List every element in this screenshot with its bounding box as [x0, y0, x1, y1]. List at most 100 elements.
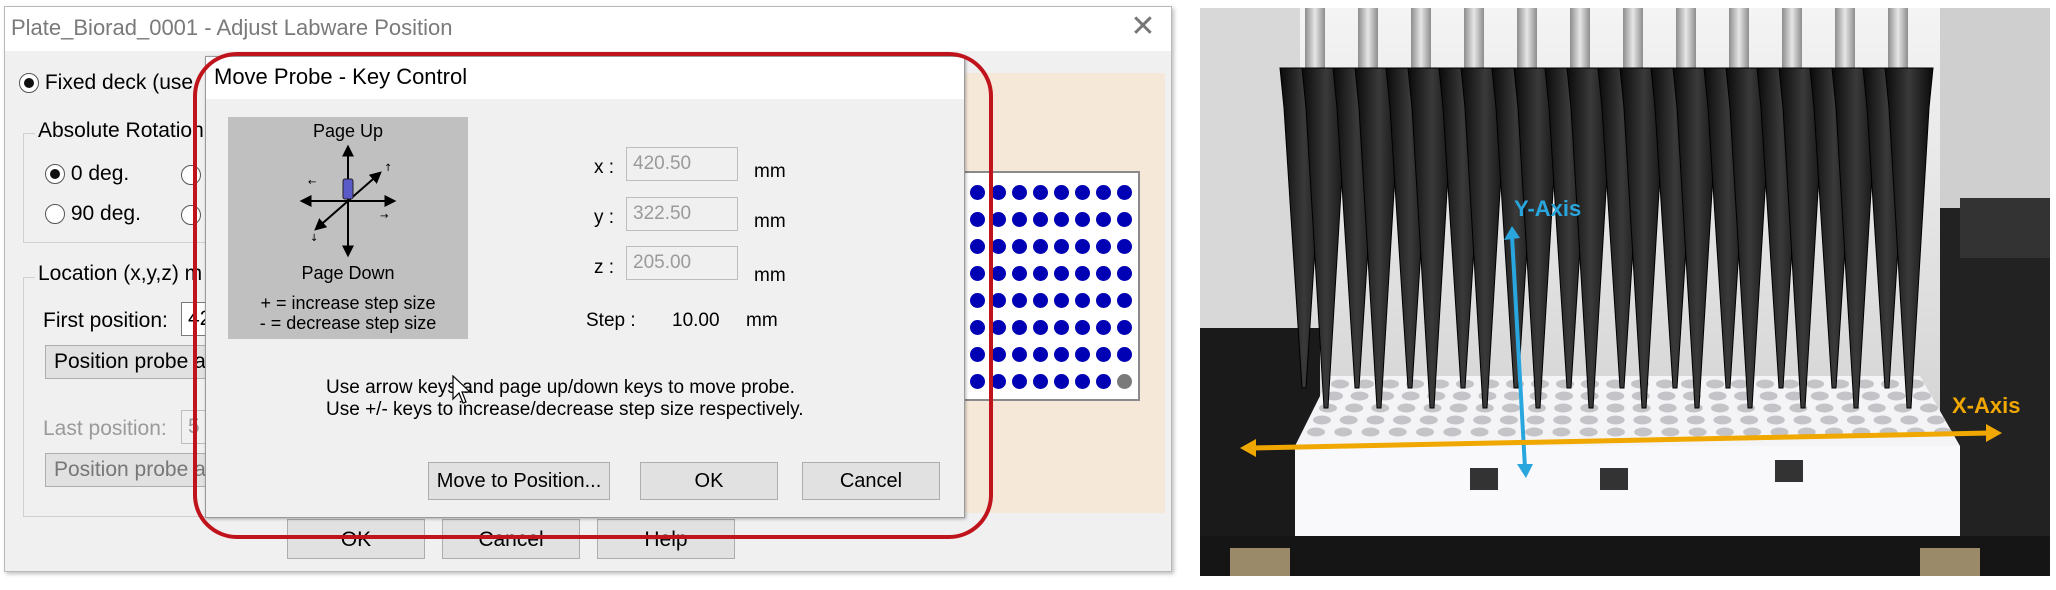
- plate-well: [1075, 347, 1090, 362]
- photo-well: [1497, 427, 1516, 437]
- plate-well: [1075, 374, 1090, 389]
- photo-well: [1657, 391, 1676, 401]
- photo-well: [1881, 379, 1899, 389]
- plate-well: [1054, 347, 1069, 362]
- plate-well: [991, 266, 1006, 281]
- plate-well: [1075, 212, 1090, 227]
- photo-well: [1401, 391, 1420, 401]
- plate-well: [1117, 293, 1132, 308]
- photo-well: [1686, 415, 1705, 425]
- photo-well: [1606, 391, 1625, 401]
- photo-well: [1684, 403, 1703, 413]
- plate-well: [1096, 212, 1111, 227]
- rotation-0-label: 0 deg.: [70, 162, 130, 185]
- photo-well: [1345, 403, 1364, 413]
- photo-well: [1555, 391, 1574, 401]
- plate-well: [1075, 239, 1090, 254]
- y-axis-label: Y-Axis: [1514, 196, 1582, 221]
- location-label: Location (x,y,z) m: [35, 262, 206, 286]
- plate-well: [1075, 266, 1090, 281]
- photo-well: [1446, 415, 1465, 425]
- photo-well: [1416, 427, 1435, 437]
- photo-well: [1836, 391, 1855, 401]
- plate-well: [1054, 212, 1069, 227]
- photo-well: [1706, 379, 1724, 389]
- plate-well: [1117, 185, 1132, 200]
- plate-well: [1096, 293, 1111, 308]
- fixed-deck-label: Fixed deck (use: [44, 71, 194, 94]
- photo-well: [1452, 391, 1471, 401]
- highlight-outline: [193, 52, 993, 539]
- photo-well: [1759, 391, 1778, 401]
- plate-well: [1054, 293, 1069, 308]
- pipette-head-photo: Y-Axis X-Axis: [1200, 8, 2050, 576]
- plate-well: [1117, 239, 1132, 254]
- photo-well: [1913, 391, 1931, 401]
- photo-well: [1713, 415, 1732, 425]
- photo-well: [1419, 415, 1438, 425]
- photo-well: [1633, 415, 1652, 425]
- plate-well: [1054, 266, 1069, 281]
- photo-well: [1449, 403, 1468, 413]
- fixed-deck-radio[interactable]: [19, 73, 39, 94]
- plate-well: [1054, 374, 1069, 389]
- photo-well: [1815, 403, 1834, 413]
- plate-well: [1033, 185, 1048, 200]
- rotation-90-option[interactable]: 90 deg.: [45, 202, 141, 226]
- x-axis-label: X-Axis: [1952, 393, 2021, 418]
- plate-well: [1075, 293, 1090, 308]
- fixed-deck-option[interactable]: Fixed deck (use: [19, 71, 193, 95]
- rotation-0-radio[interactable]: [45, 164, 65, 185]
- plate-well: [1117, 212, 1132, 227]
- photo-well: [1579, 415, 1598, 425]
- plate-well: [1033, 320, 1048, 335]
- photo-well: [1861, 391, 1880, 401]
- rotation-90-label: 90 deg.: [70, 202, 141, 225]
- plate-well: [991, 185, 1006, 200]
- plate-well: [991, 212, 1006, 227]
- photo-well: [1820, 415, 1839, 425]
- plate-well: [1012, 266, 1027, 281]
- rotation-90-radio[interactable]: [45, 204, 65, 225]
- close-icon[interactable]: ✕: [1125, 9, 1161, 45]
- photo-well: [1660, 415, 1679, 425]
- photo-well: [1307, 427, 1325, 437]
- photo-well: [1554, 403, 1573, 413]
- position-probe-last-label: Position probe a: [54, 458, 206, 481]
- photo-well: [1470, 427, 1489, 437]
- plate-well: [991, 293, 1006, 308]
- photo-well: [1443, 427, 1462, 437]
- plate-well: [1096, 239, 1111, 254]
- photo-well: [1501, 403, 1520, 413]
- photo-well: [1552, 427, 1571, 437]
- absolute-rotation-label: Absolute Rotation:: [35, 119, 213, 143]
- plate-well: [1117, 347, 1132, 362]
- photo-well: [1743, 427, 1762, 437]
- photo-well: [1606, 415, 1625, 425]
- photo-well: [1763, 403, 1782, 413]
- photo-well: [1846, 415, 1865, 425]
- first-position-label: First position:: [43, 309, 168, 332]
- photo-well: [1806, 379, 1824, 389]
- plate-well: [1117, 320, 1132, 335]
- photo-well: [1766, 415, 1785, 425]
- last-position-label: Last position:: [43, 417, 167, 440]
- photo-well: [1810, 391, 1829, 401]
- photo-well: [1499, 415, 1518, 425]
- photo-well: [1366, 415, 1385, 425]
- photo-well: [1393, 415, 1412, 425]
- rotation-0-option[interactable]: 0 deg.: [45, 162, 129, 186]
- photo-well: [1900, 415, 1919, 425]
- photo-well: [1331, 379, 1349, 389]
- photo-well: [1388, 427, 1407, 437]
- plate-well: [1012, 293, 1027, 308]
- photo-well: [1579, 427, 1598, 437]
- photo-well: [1525, 427, 1544, 437]
- plate-well: [1117, 374, 1132, 389]
- plate-well: [1075, 185, 1090, 200]
- plate-well: [1012, 347, 1027, 362]
- plate-well: [991, 320, 1006, 335]
- photo-well: [1339, 415, 1358, 425]
- photo-well: [1606, 403, 1625, 413]
- photo-well: [1756, 379, 1774, 389]
